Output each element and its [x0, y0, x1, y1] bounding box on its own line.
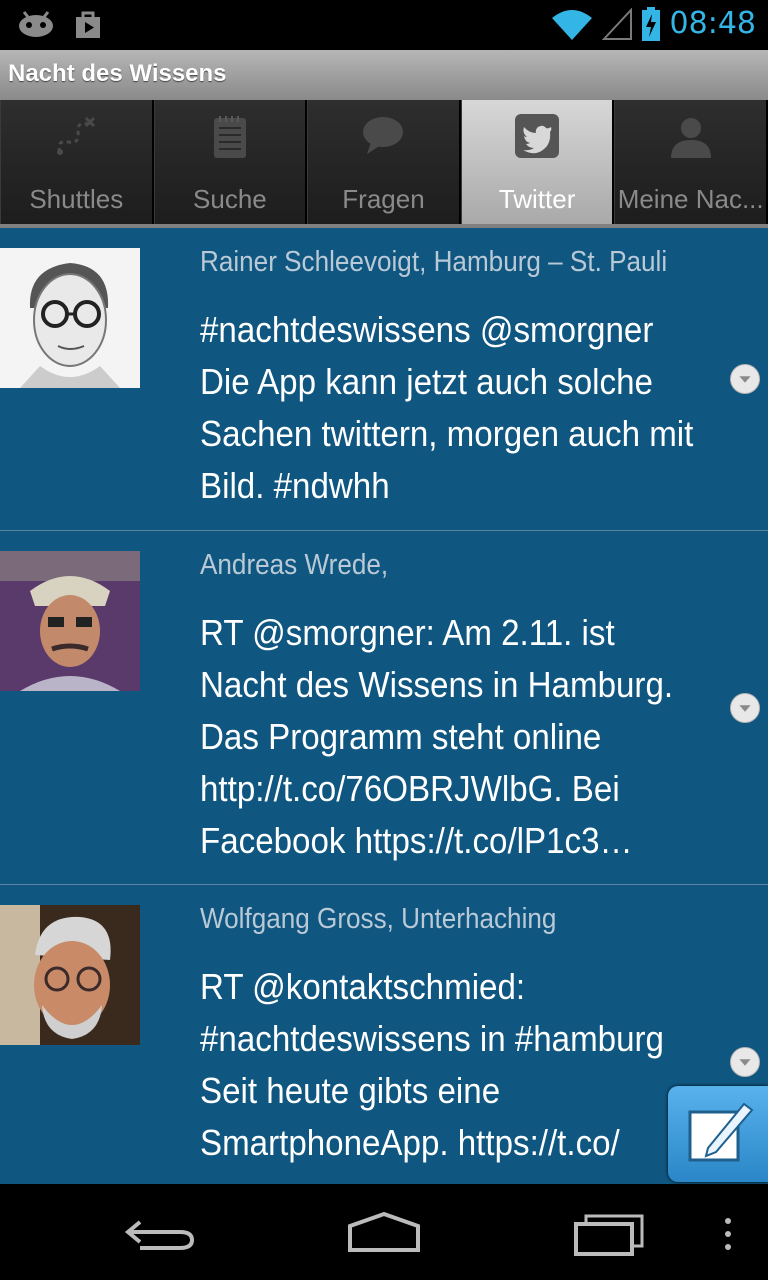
action-bar: Nacht des Wissens — [0, 50, 768, 100]
avatar — [0, 905, 140, 1045]
tab-suche[interactable]: Suche — [153, 100, 308, 224]
status-clock: 08:48 — [669, 6, 756, 41]
shuttle-route-icon — [57, 116, 96, 155]
back-icon[interactable] — [120, 1214, 200, 1254]
chevron-down-icon[interactable] — [730, 1047, 760, 1077]
tweet-text: RT @kontaktschmied: #nachtdeswissens in … — [200, 966, 664, 1163]
wifi-icon — [551, 9, 592, 40]
tab-meine-nacht[interactable]: Meine Nac... — [614, 100, 768, 224]
tab-bar: Shuttles Suche Fragen Twitter Meine Nac.… — [0, 100, 768, 228]
avatar — [0, 551, 140, 691]
notepad-icon — [213, 116, 246, 158]
tweet-feed[interactable]: Rainer Schleevoigt, Hamburg – St. Pauli … — [0, 228, 768, 1184]
status-bar: 08:48 — [0, 0, 768, 50]
chevron-down-icon[interactable] — [730, 364, 760, 394]
battery-charging-icon — [641, 6, 660, 41]
tab-label: Twitter — [498, 184, 576, 214]
tweet-item[interactable]: Wolfgang Gross, Unterhaching RT @kontakt… — [0, 885, 768, 1184]
person-icon — [670, 118, 711, 158]
compose-tweet-button[interactable] — [668, 1086, 768, 1182]
app-title: Nacht des Wissens — [8, 60, 227, 87]
avatar — [0, 248, 140, 388]
tab-twitter[interactable]: Twitter — [460, 100, 615, 224]
tweet-text: #nachtdeswissens @smorgner Die App kann … — [200, 309, 694, 506]
android-notification-icon — [19, 11, 53, 37]
cell-signal-icon — [601, 7, 632, 40]
compose-icon — [688, 1102, 754, 1162]
twitter-bird-icon — [515, 114, 560, 158]
tab-label: Meine Nac... — [617, 184, 764, 214]
navigation-bar — [0, 1184, 768, 1280]
tab-label: Fragen — [342, 184, 425, 214]
tab-fragen[interactable]: Fragen — [307, 100, 461, 224]
tweet-author: Wolfgang Gross, Unterhaching — [200, 903, 557, 935]
tab-label: Shuttles — [29, 184, 124, 214]
speech-bubble-icon — [363, 117, 404, 154]
tweet-item[interactable]: Andreas Wrede, RT @smorgner: Am 2.11. is… — [0, 531, 768, 885]
chevron-down-icon[interactable] — [730, 693, 760, 723]
tweet-author: Andreas Wrede, — [200, 549, 389, 581]
tweet-text: RT @smorgner: Am 2.11. ist Nacht des Wis… — [200, 612, 674, 861]
tab-shuttles[interactable]: Shuttles — [0, 100, 154, 224]
tab-label: Suche — [193, 184, 267, 214]
tweet-item[interactable]: Rainer Schleevoigt, Hamburg – St. Pauli … — [0, 228, 768, 531]
home-icon[interactable] — [344, 1210, 424, 1254]
recent-apps-icon[interactable] — [570, 1212, 650, 1256]
overflow-menu-icon[interactable] — [720, 1216, 736, 1252]
play-store-icon — [76, 11, 100, 38]
tweet-author: Rainer Schleevoigt, Hamburg – St. Pauli — [200, 246, 668, 278]
